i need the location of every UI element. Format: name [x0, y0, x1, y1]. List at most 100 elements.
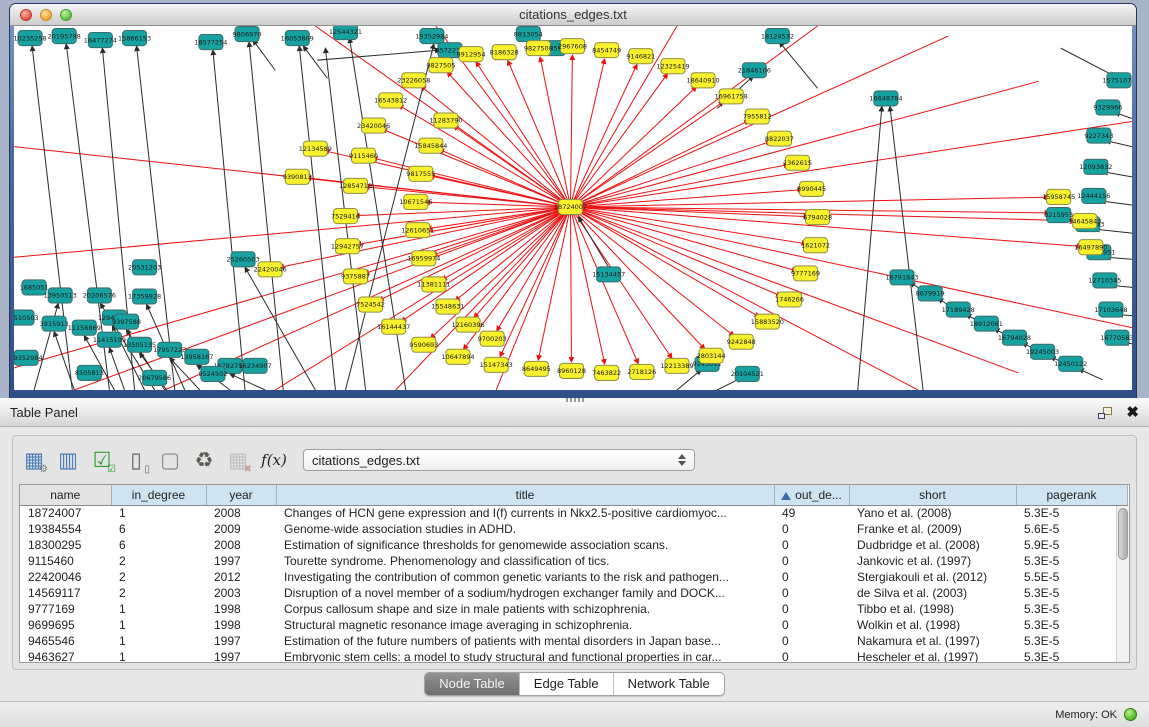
tab-node-table[interactable]: Node Table — [425, 673, 519, 695]
table-cell[interactable]: 5.5E-5 — [1016, 569, 1127, 585]
column-header-short[interactable]: short — [849, 485, 1016, 505]
table-row[interactable]: 977716911998Corpus callosum shape and si… — [20, 601, 1127, 617]
network-window-titlebar[interactable]: citations_edges.txt — [10, 4, 1136, 26]
table-row[interactable]: 969969511998Structural magnetic resonanc… — [20, 617, 1127, 633]
table-cell[interactable]: Structural magnetic resonance image aver… — [276, 617, 774, 633]
table-cell[interactable]: Disruption of a novel member of a sodium… — [276, 585, 774, 601]
column-header-out_de[interactable]: out_de... — [774, 485, 849, 505]
table-cell[interactable]: Estimation of the future numbers of pati… — [276, 633, 774, 649]
table-cell[interactable]: 1 — [111, 601, 206, 617]
show-columns-icon[interactable]: ▥ — [53, 444, 83, 476]
table-cell[interactable]: 5.3E-5 — [1016, 553, 1127, 569]
table-cell[interactable]: Tourette syndrome. Phenomenology and cla… — [276, 553, 774, 569]
table-cell[interactable]: Tibbo et al. (1998) — [849, 601, 1016, 617]
table-cell[interactable]: 0 — [774, 649, 849, 663]
column-header-pagerank[interactable]: pagerank — [1016, 485, 1127, 505]
table-cell[interactable]: 0 — [774, 569, 849, 585]
table-selector-dropdown[interactable]: citations_edges.txt — [303, 449, 695, 471]
table-cell[interactable]: 1997 — [206, 649, 276, 663]
table-cell[interactable]: 1 — [111, 633, 206, 649]
trash-icon[interactable]: ♻ — [189, 444, 219, 476]
table-cell[interactable]: 0 — [774, 521, 849, 537]
tab-edge-table[interactable]: Edge Table — [519, 673, 613, 695]
table-cell[interactable]: 2009 — [206, 521, 276, 537]
table-cell[interactable]: 0 — [774, 537, 849, 553]
table-cell[interactable]: 0 — [774, 553, 849, 569]
table-cell[interactable]: 2 — [111, 553, 206, 569]
table-options-icon[interactable]: ▦⚙ — [19, 444, 49, 476]
float-panel-icon[interactable] — [1098, 407, 1112, 419]
panel-splitter-grip[interactable] — [566, 398, 584, 402]
table-cell[interactable]: de Silva et al. (2003) — [849, 585, 1016, 601]
column-header-year[interactable]: year — [206, 485, 276, 505]
table-cell[interactable]: Investigating the contribution of common… — [276, 569, 774, 585]
table-cell[interactable]: 5.3E-5 — [1016, 505, 1127, 521]
table-cell[interactable]: 49 — [774, 505, 849, 521]
table-cell[interactable]: 1 — [111, 617, 206, 633]
table-row[interactable]: 1938455462009Genome-wide association stu… — [20, 521, 1127, 537]
table-row[interactable]: 1872400712008Changes of HCN gene express… — [20, 505, 1127, 521]
table-cell[interactable]: 19384554 — [20, 521, 111, 537]
table-cell[interactable]: 9463627 — [20, 649, 111, 663]
function-builder-icon[interactable]: f(x) — [257, 451, 291, 469]
table-cell[interactable]: 2 — [111, 569, 206, 585]
new-table-icon[interactable]: ▢ — [155, 444, 185, 476]
tab-network-table[interactable]: Network Table — [613, 673, 724, 695]
table-cell[interactable]: Stergiakouli et al. (2012) — [849, 569, 1016, 585]
table-row[interactable]: 2242004622012Investigating the contribut… — [20, 569, 1127, 585]
table-cell[interactable]: 2 — [111, 585, 206, 601]
column-header-name[interactable]: name — [20, 485, 111, 505]
table-scrollbar[interactable] — [1116, 506, 1129, 662]
table-cell[interactable]: 1997 — [206, 633, 276, 649]
table-cell[interactable]: 14569117 — [20, 585, 111, 601]
table-cell[interactable]: 2008 — [206, 505, 276, 521]
table-cell[interactable]: Genome-wide association studies in ADHD. — [276, 521, 774, 537]
table-cell[interactable]: 2008 — [206, 537, 276, 553]
table-cell[interactable]: 0 — [774, 617, 849, 633]
table-row[interactable]: 1456911722003Disruption of a novel membe… — [20, 585, 1127, 601]
table-cell[interactable]: Wolkin et al. (1998) — [849, 617, 1016, 633]
table-cell[interactable]: 5.3E-5 — [1016, 633, 1127, 649]
table-cell[interactable]: Changes of HCN gene expression and I(f) … — [276, 505, 774, 521]
table-cell[interactable]: 1 — [111, 649, 206, 663]
table-cell[interactable]: 5.3E-5 — [1016, 601, 1127, 617]
table-cell[interactable]: Dudbridge et al. (2008) — [849, 537, 1016, 553]
unselect-all-columns-icon[interactable]: ▯▯ — [121, 444, 151, 476]
table-cell[interactable]: 9777169 — [20, 601, 111, 617]
network-canvas[interactable]: 1023525820195798164772741586615318577254… — [14, 26, 1132, 390]
column-header-title[interactable]: title — [276, 485, 774, 505]
table-cell[interactable]: 0 — [774, 633, 849, 649]
table-cell[interactable]: 5.3E-5 — [1016, 617, 1127, 633]
table-cell[interactable]: 5.9E-5 — [1016, 537, 1127, 553]
citation-network-graph[interactable]: 1023525820195798164772741586615318577254… — [14, 26, 1132, 390]
table-cell[interactable]: Estimation of significance thresholds fo… — [276, 537, 774, 553]
close-panel-icon[interactable]: ✖ — [1126, 406, 1139, 420]
table-cell[interactable]: Hescheler et al. (1997) — [849, 649, 1016, 663]
table-cell[interactable]: 18724007 — [20, 505, 111, 521]
table-cell[interactable]: 1 — [111, 505, 206, 521]
table-cell[interactable]: Franke et al. (2009) — [849, 521, 1016, 537]
table-cell[interactable]: Corpus callosum shape and size in male p… — [276, 601, 774, 617]
table-cell[interactable]: 0 — [774, 601, 849, 617]
table-cell[interactable]: Jankovic et al. (1997) — [849, 553, 1016, 569]
scrollbar-thumb[interactable] — [1118, 508, 1128, 560]
table-row[interactable]: 946554611997Estimation of the future num… — [20, 633, 1127, 649]
table-cell[interactable]: 5.6E-5 — [1016, 521, 1127, 537]
table-cell[interactable]: 9115460 — [20, 553, 111, 569]
table-cell[interactable]: 18300295 — [20, 537, 111, 553]
table-cell[interactable]: 22420046 — [20, 569, 111, 585]
table-row[interactable]: 1830029562008Estimation of significance … — [20, 537, 1127, 553]
table-row[interactable]: 946362711997Embryonic stem cells: a mode… — [20, 649, 1127, 663]
table-cell[interactable]: 9699695 — [20, 617, 111, 633]
table-cell[interactable]: 5.3E-5 — [1016, 649, 1127, 663]
table-cell[interactable]: Yano et al. (2008) — [849, 505, 1016, 521]
table-cell[interactable]: 2003 — [206, 585, 276, 601]
table-cell[interactable]: 1998 — [206, 601, 276, 617]
table-cell[interactable]: 0 — [774, 585, 849, 601]
table-cell[interactable]: 9465546 — [20, 633, 111, 649]
table-cell[interactable]: Embryonic stem cells: a model to study s… — [276, 649, 774, 663]
table-cell[interactable]: 2012 — [206, 569, 276, 585]
table-cell[interactable]: 6 — [111, 521, 206, 537]
table-cell[interactable]: 1997 — [206, 553, 276, 569]
table-row[interactable]: 911546021997Tourette syndrome. Phenomeno… — [20, 553, 1127, 569]
